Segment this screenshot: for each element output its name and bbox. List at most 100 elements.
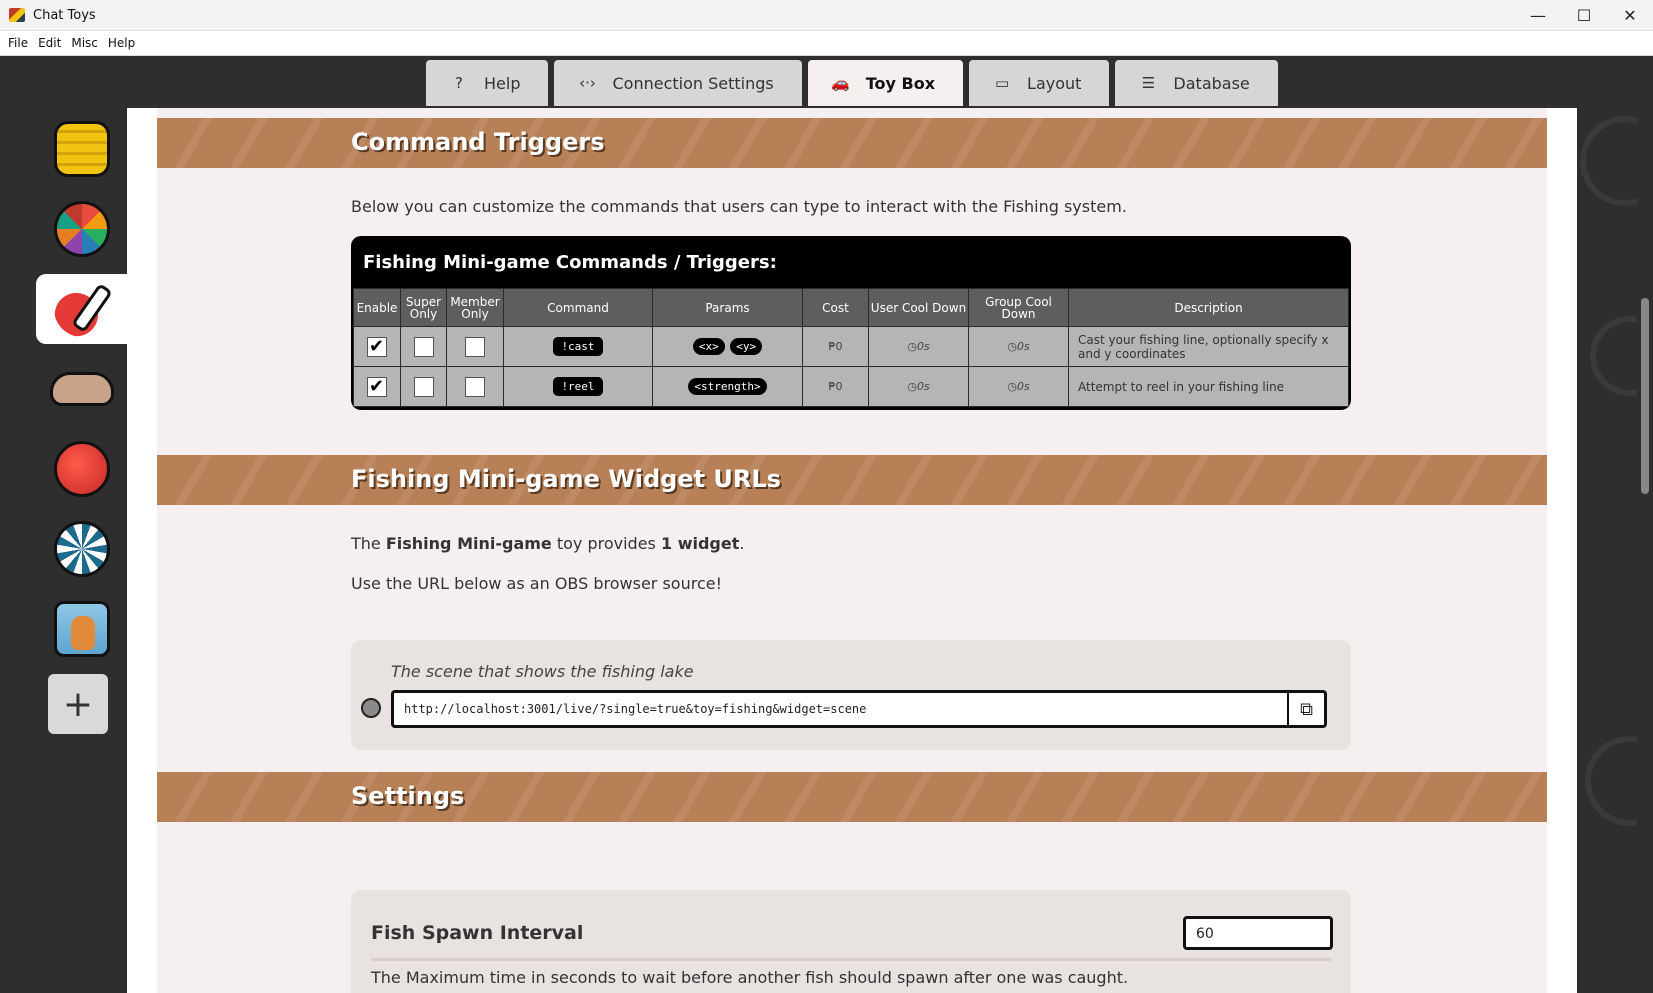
tab-help[interactable]: ? Help xyxy=(426,60,549,106)
widget-label: The scene that shows the fishing lake xyxy=(391,662,694,681)
section-banner: Fishing Mini-game Widget URLs xyxy=(157,455,1547,505)
section-banner: Settings xyxy=(157,772,1547,822)
app-icon xyxy=(9,8,25,22)
sidebar-item-tomato[interactable] xyxy=(36,434,128,504)
tab-label: Layout xyxy=(1027,73,1082,93)
tab-label: Connection Settings xyxy=(612,73,774,93)
column-header: Description xyxy=(1068,288,1349,327)
column-header: Enable xyxy=(353,288,401,327)
tab-label: Database xyxy=(1173,73,1250,93)
command-description: Cast your fishing line, optionally speci… xyxy=(1068,326,1349,367)
toy-page: Command Triggers Below you can customize… xyxy=(157,108,1547,993)
title-bar: Chat Toys — ☐ ✕ xyxy=(0,0,1653,31)
poker-chip-icon xyxy=(54,521,110,577)
member-only-checkbox[interactable] xyxy=(465,376,485,397)
tomato-icon xyxy=(54,441,110,497)
column-header: Super Only xyxy=(400,288,447,327)
tab-database[interactable]: ☰ Database xyxy=(1115,60,1278,106)
widget-count-text: The Fishing Mini-game toy provides 1 wid… xyxy=(351,534,744,553)
sidebar-item-coins[interactable] xyxy=(36,114,128,184)
menu-edit[interactable]: Edit xyxy=(38,36,61,50)
fishing-icon xyxy=(54,281,110,337)
user-cooldown[interactable]: ◷0s xyxy=(868,366,969,407)
sidebar-item-poker-chip[interactable] xyxy=(36,514,128,584)
group-cooldown[interactable]: ◷0s xyxy=(968,326,1069,367)
tab-layout[interactable]: ▭ Layout xyxy=(969,60,1110,106)
widget-count: 1 widget xyxy=(660,534,740,553)
coins-icon xyxy=(54,121,110,177)
content-panel: Command Triggers Below you can customize… xyxy=(127,108,1577,993)
table-row: !reel <strength> ₱0 ◷0s ◷0s Attempt to r… xyxy=(353,366,1349,407)
toy-sidebar: + xyxy=(36,114,128,734)
super-only-checkbox[interactable] xyxy=(413,336,434,357)
group-cooldown[interactable]: ◷0s xyxy=(968,366,1069,407)
scrollbar-thumb[interactable] xyxy=(1641,298,1649,494)
setting-fish-spawn: Fish Spawn Interval 60 The Maximum time … xyxy=(351,890,1351,993)
menu-help[interactable]: Help xyxy=(108,36,135,50)
tab-connection-settings[interactable]: ‹·› Connection Settings xyxy=(554,60,802,106)
copy-icon[interactable]: ⧉ xyxy=(1287,690,1327,728)
content-scrollbar[interactable] xyxy=(1637,108,1653,993)
question-icon: ? xyxy=(455,74,463,92)
status-dot xyxy=(361,698,381,718)
sidebar-item-hand[interactable] xyxy=(36,354,128,424)
tab-toy-box[interactable]: 🚗 Toy Box xyxy=(807,60,964,106)
column-header: User Cool Down xyxy=(868,288,969,327)
database-icon: ☰ xyxy=(1141,74,1156,92)
command-pill[interactable]: !cast xyxy=(553,337,603,356)
tab-label: Help xyxy=(484,73,521,93)
clock-icon: ◷ xyxy=(907,380,917,393)
command-pill[interactable]: !reel xyxy=(553,377,603,396)
user-cooldown-value: 0s xyxy=(916,340,930,353)
commands-table-box: Fishing Mini-game Commands / Triggers: E… xyxy=(351,236,1351,410)
minimize-button[interactable]: — xyxy=(1515,0,1561,31)
section-heading: Command Triggers xyxy=(351,128,605,156)
maximize-button[interactable]: ☐ xyxy=(1561,0,1607,31)
column-header: Cost xyxy=(802,288,869,327)
table-header-row: Enable Super Only Member Only Command Pa… xyxy=(353,288,1349,327)
add-toy-button[interactable]: + xyxy=(48,674,108,734)
user-cooldown[interactable]: ◷0s xyxy=(868,326,969,367)
sidebar-item-cat[interactable] xyxy=(36,594,128,664)
sidebar-item-prize-wheel[interactable] xyxy=(36,194,128,264)
enable-checkbox[interactable] xyxy=(367,336,387,357)
column-header: Member Only xyxy=(446,288,504,327)
enable-checkbox[interactable] xyxy=(367,376,387,397)
main-tabs: ? Help ‹·› Connection Settings 🚗 Toy Box… xyxy=(426,60,1278,106)
menu-bar: File Edit Misc Help xyxy=(0,31,1653,56)
widget-text-part: . xyxy=(739,534,745,553)
command-description: Attempt to reel in your fishing line xyxy=(1068,366,1349,407)
app-area: ? Help ‹·› Connection Settings 🚗 Toy Box… xyxy=(0,56,1653,993)
commands-table: Enable Super Only Member Only Command Pa… xyxy=(353,288,1349,407)
tab-label: Toy Box xyxy=(865,73,936,93)
widget-url-box: The scene that shows the fishing lake ht… xyxy=(351,640,1351,750)
widget-text-part: toy provides xyxy=(551,534,661,553)
menu-misc[interactable]: Misc xyxy=(71,36,98,50)
menu-file[interactable]: File xyxy=(8,36,28,50)
param-pill: <y> xyxy=(730,338,763,355)
hand-icon xyxy=(50,372,114,406)
prize-wheel-icon xyxy=(54,201,110,257)
section-heading: Fishing Mini-game Widget URLs xyxy=(351,465,781,493)
sidebar-item-fishing[interactable] xyxy=(36,274,128,344)
section-heading: Settings xyxy=(351,782,465,810)
cost-value[interactable]: ₱0 xyxy=(802,326,869,367)
column-header: Params xyxy=(652,288,803,327)
member-only-checkbox[interactable] xyxy=(465,336,485,357)
obs-hint: Use the URL below as an OBS browser sour… xyxy=(351,574,722,593)
cat-card-icon xyxy=(54,601,110,657)
super-only-checkbox[interactable] xyxy=(413,376,434,397)
section-banner: Command Triggers xyxy=(157,118,1547,168)
toy-name: Fishing Mini-game xyxy=(385,534,552,553)
divider xyxy=(371,958,1331,961)
cost-value[interactable]: ₱0 xyxy=(802,366,869,407)
param-pill: <x> xyxy=(692,338,725,355)
clock-icon: ◷ xyxy=(1007,380,1017,393)
close-button[interactable]: ✕ xyxy=(1607,0,1653,31)
column-header: Group Cool Down xyxy=(968,288,1069,327)
monitor-icon: ▭ xyxy=(994,74,1010,92)
widget-text-part: The xyxy=(351,534,386,553)
group-cooldown-value: 0s xyxy=(1016,340,1030,353)
widget-url-field[interactable]: http://localhost:3001/live/?single=true&… xyxy=(391,690,1291,728)
fish-spawn-input[interactable]: 60 xyxy=(1183,916,1333,950)
